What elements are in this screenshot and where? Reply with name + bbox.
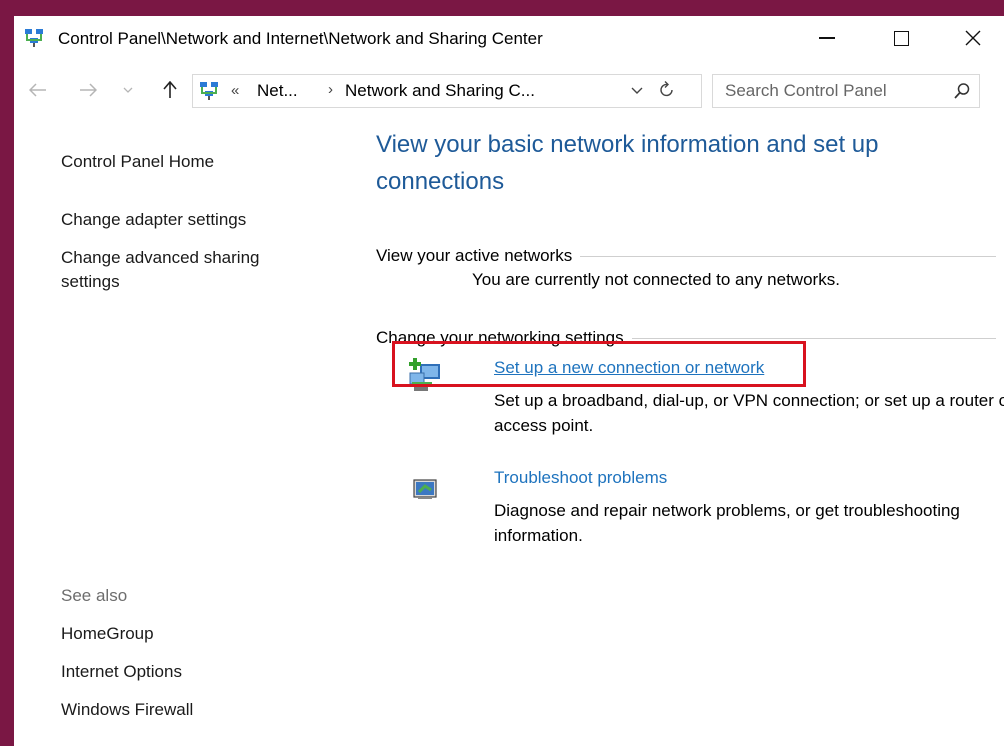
page-title: View your basic network information and … [376, 131, 879, 195]
back-button[interactable] [24, 72, 52, 108]
see-also-heading: See also [61, 586, 128, 605]
minimize-icon [819, 37, 835, 39]
address-bar[interactable]: « Net... › Network and Sharing C... [192, 74, 702, 108]
arrow-up-icon [163, 81, 177, 98]
network-icon [25, 29, 43, 47]
search-placeholder[interactable]: Search Control Panel [725, 81, 887, 101]
sidebar-item-control-panel-home[interactable]: Control Panel Home [61, 150, 214, 174]
arrow-left-icon [29, 83, 46, 97]
see-also-homegroup[interactable]: HomeGroup [61, 622, 154, 646]
chevron-down-icon [631, 87, 643, 94]
title-bar: Control Panel\Network and Internet\Netwo… [14, 16, 1004, 62]
section-divider [631, 337, 996, 339]
chevron-down-icon [123, 87, 133, 93]
active-networks-label: View your active networks [376, 246, 573, 265]
recent-locations-button[interactable] [118, 72, 138, 108]
networking-settings-section: Change your networking settings [376, 326, 996, 350]
breadcrumb-separator-icon[interactable]: › [328, 81, 333, 98]
section-divider [580, 255, 996, 257]
forward-button[interactable] [74, 72, 102, 108]
control-panel-window: Control Panel\Network and Internet\Netwo… [14, 16, 1004, 746]
sidebar: Control Panel Home Change adapter settin… [14, 112, 364, 746]
troubleshoot-problems-link[interactable]: Troubleshoot problems [494, 468, 667, 488]
breadcrumb-network-and-internet[interactable]: Net... [257, 81, 298, 101]
breadcrumb-network-and-sharing-center[interactable]: Network and Sharing C... [345, 81, 535, 101]
see-also-internet-options[interactable]: Internet Options [61, 660, 182, 684]
network-status-text: You are currently not connected to any n… [472, 270, 840, 289]
maximize-button[interactable] [870, 16, 932, 60]
set-up-new-connection-description: Set up a broadband, dial-up, or VPN conn… [494, 391, 1004, 435]
see-also-windows-firewall[interactable]: Windows Firewall [61, 698, 193, 722]
main-content: View your basic network information and … [376, 112, 1004, 746]
new-connection-icon[interactable] [406, 358, 444, 394]
troubleshoot-problems-description: Diagnose and repair network problems, or… [494, 501, 960, 545]
refresh-icon [660, 81, 673, 97]
search-input[interactable]: Search Control Panel [712, 74, 980, 108]
maximize-icon [893, 30, 909, 46]
minimize-button[interactable] [796, 16, 858, 60]
set-up-new-connection-link[interactable]: Set up a new connection or network [494, 358, 764, 378]
sidebar-item-change-adapter-settings[interactable]: Change adapter settings [61, 208, 246, 232]
up-button[interactable] [156, 72, 184, 108]
network-icon [200, 82, 218, 100]
search-icon[interactable] [953, 82, 971, 100]
window-title: Control Panel\Network and Internet\Netwo… [58, 29, 543, 48]
breadcrumb-overflow[interactable]: « [231, 82, 239, 99]
close-button[interactable] [942, 16, 1004, 60]
networking-settings-label: Change your networking settings [376, 328, 624, 347]
refresh-button[interactable] [659, 80, 675, 103]
troubleshoot-icon[interactable] [406, 468, 444, 504]
active-networks-section: View your active networks [376, 244, 996, 268]
navigation-bar: « Net... › Network and Sharing C... Sear… [14, 72, 1004, 112]
address-dropdown-button[interactable] [631, 84, 643, 98]
sidebar-item-change-advanced-sharing-settings[interactable]: Change advanced sharing settings [61, 246, 301, 294]
arrow-right-icon [80, 83, 97, 97]
close-icon [965, 30, 981, 46]
